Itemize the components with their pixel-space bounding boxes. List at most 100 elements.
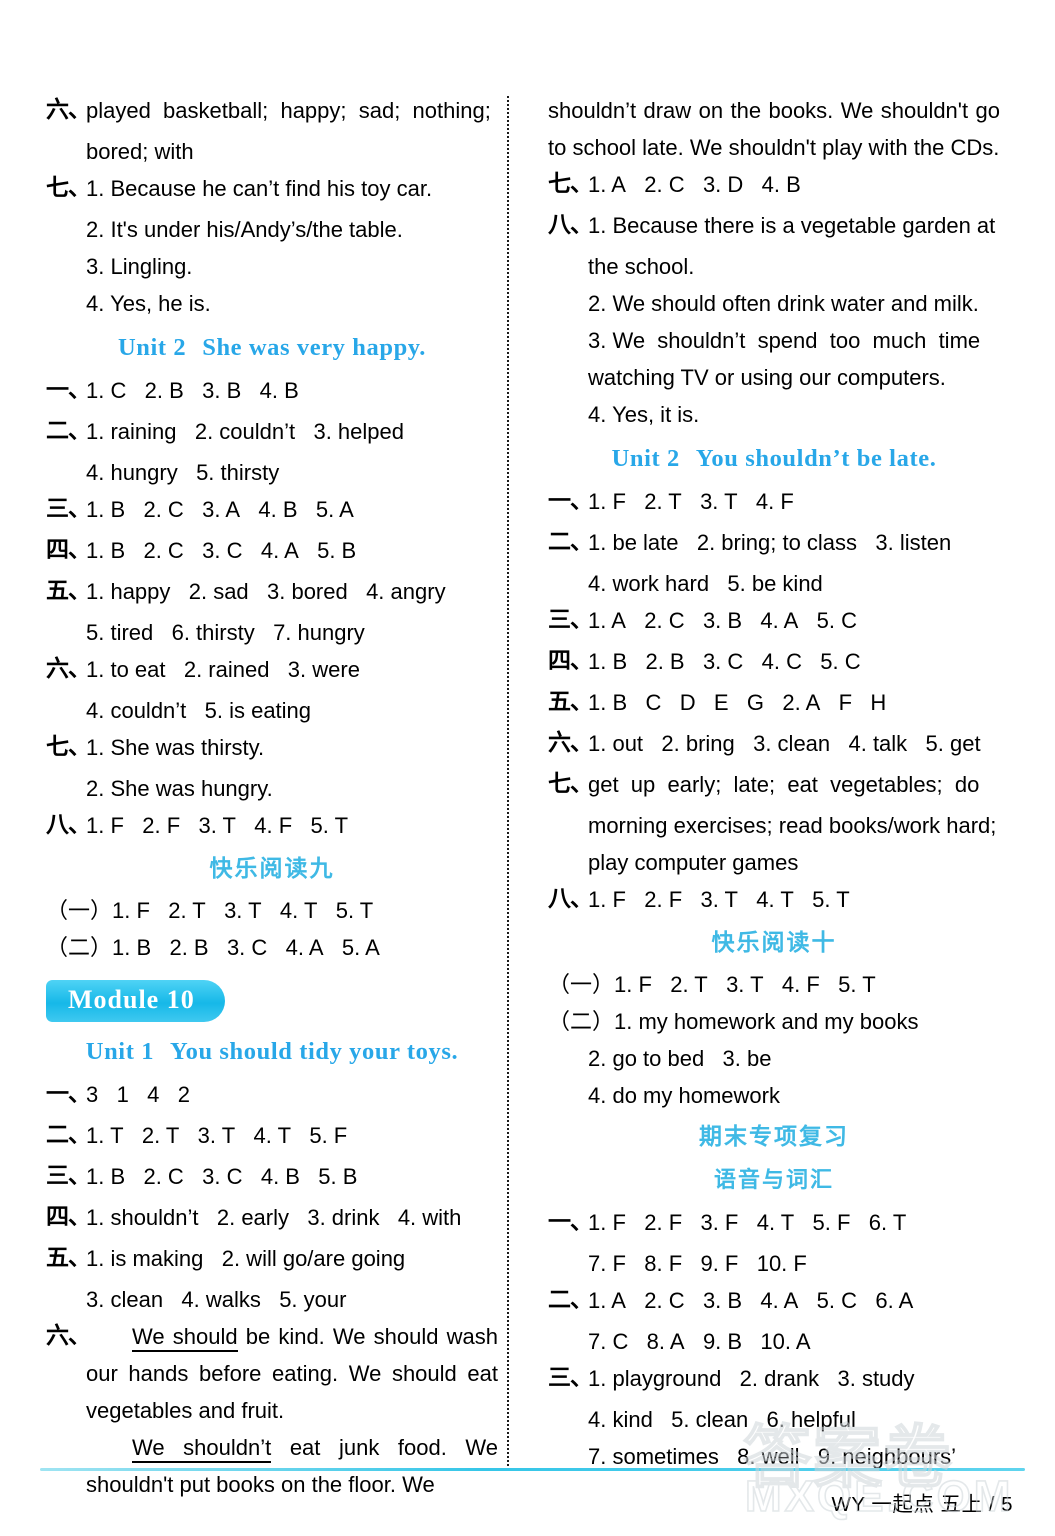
answer-marker: 七、 (548, 171, 593, 197)
answer-marker: 二、 (548, 529, 593, 555)
section-heading: 快乐阅读九 (209, 856, 335, 882)
answer-continuation: 4. Yes, it is. (588, 402, 700, 427)
answer-key-page: 六、 played basketball; happy; sad; nothing… (0, 0, 1055, 1536)
answer-row: 三、 1. B 2. C 3. A 4. B 5. A (46, 491, 498, 528)
answer-text: 1. B 2. C 3. C 4. B 5. B (86, 1164, 358, 1189)
answer-marker: 六、 (548, 730, 593, 756)
answer-row: 八、 1. F 2. F 3. T 4. F 5. T (46, 807, 498, 844)
answer-marker: 八、 (548, 886, 593, 912)
section-heading: 快乐阅读十 (711, 930, 837, 956)
paragraph-1: We should be kind. We should wash our ha… (86, 1324, 499, 1423)
answer-continuation: 4. Yes, he is. (86, 291, 211, 316)
answer-row: 七、 get up early; late; eat vegetables; do (548, 766, 1000, 803)
answer-marker: 八、 (46, 812, 91, 838)
underlined-answer: We shouldn’t (132, 1435, 272, 1463)
answer-text: 1. be late 2. bring; to class 3. listen (588, 530, 952, 555)
answer-marker: 五、 (46, 1245, 91, 1271)
answer-marker: 六、 (46, 656, 91, 682)
answer-marker: 二、 (548, 1287, 593, 1313)
answer-row: 七、 1. Because he can’t find his toy car. (46, 170, 498, 207)
answer-row: 六、 1. out 2. bring 3. clean 4. talk 5. ge… (548, 725, 1000, 762)
answer-continuation: 2. go to bed 3. be (588, 1046, 772, 1071)
answer-text: 1. raining 2. couldn’t 3. helped (86, 419, 404, 444)
answer-row: 三、 1. playground 2. drank 3. study (548, 1360, 1000, 1397)
answer-text: 1. F 2. F 3. T 4. T 5. T (588, 887, 850, 912)
answer-continuation: play computer games (588, 850, 799, 875)
unit-number: Unit 2 (611, 445, 680, 472)
answer-row: 四、 1. B 2. B 3. C 4. C 5. C (548, 643, 1000, 680)
answer-row: 六、 played basketball; happy; sad; nothing… (46, 92, 498, 129)
paragraph-2: We shouldn’t eat junk food. We shouldn't… (86, 1435, 498, 1497)
unit-title-text: She was very happy (202, 334, 420, 361)
answer-text: 1. shouldn’t 2. early 3. drink 4. with (86, 1205, 462, 1230)
left-column: 六、 played basketball; happy; sad; nothing… (46, 92, 498, 1507)
answer-continuation: 4. hungry 5. thirsty (86, 460, 280, 485)
answer-continuation: 4. do my homework (588, 1083, 780, 1108)
answer-marker: 三、 (548, 607, 593, 633)
answer-row: （二）1. my homework and my books (548, 1009, 919, 1034)
answer-marker: 五、 (46, 578, 91, 604)
answer-paragraph: We should be kind. We should wash our ha… (86, 1318, 498, 1503)
answer-text: 1. B C D E G 2. A F H (588, 690, 887, 715)
answer-row: 六、 We should be kind. We should wash our … (46, 1318, 498, 1503)
underlined-answer: We should (132, 1324, 238, 1352)
answer-text: played basketball; happy; sad; nothing; (86, 98, 491, 123)
answer-row: 五、 1. is making 2. will go/are going (46, 1240, 498, 1277)
answer-text: 1. Because there is a vegetable garden a… (588, 213, 996, 238)
answer-text: 1. B 2. C 3. C 4. A 5. B (86, 538, 357, 563)
answer-marker: 八、 (548, 212, 593, 238)
answer-continuation: 7. C 8. A 9. B 10. A (588, 1329, 811, 1354)
answer-row: 四、 1. shouldn’t 2. early 3. drink 4. with (46, 1199, 498, 1236)
answer-text: 3 1 4 2 (86, 1082, 190, 1107)
answer-marker: 七、 (46, 734, 91, 760)
answer-row: 二、 1. be late 2. bring; to class 3. liste… (548, 524, 1000, 561)
unit-heading: Unit 2 She was very happy. (46, 326, 498, 370)
answer-continuation: bored; with (86, 139, 194, 164)
answer-row: 三、 1. A 2. C 3. B 4. A 5. C (548, 602, 1000, 639)
answer-marker: 四、 (46, 1204, 91, 1230)
unit-title-text: You shouldn’t be late (695, 445, 930, 472)
answer-continuation: 2. She was hungry. (86, 776, 273, 801)
answer-row: 二、 1. A 2. C 3. B 4. A 5. C 6. A (548, 1282, 1000, 1319)
section-heading: 语音与词汇 (713, 1168, 834, 1193)
answer-continuation: 4. work hard 5. be kind (588, 571, 823, 596)
footer-divider-rule (40, 1468, 1025, 1471)
answer-text: get up early; late; eat vegetables; do (588, 772, 980, 797)
unit-title-period: . (419, 334, 427, 361)
answer-continuation: 4. kind 5. clean 6. helpful (588, 1407, 856, 1432)
right-column: shouldn’t draw on the books. We shouldn'… (548, 92, 1000, 1475)
unit-title-period: . (451, 1038, 459, 1065)
answer-text: 1. out 2. bring 3. clean 4. talk 5. get (588, 731, 981, 756)
module-banner: Module 10 (46, 980, 225, 1022)
answer-marker: 三、 (46, 1163, 91, 1189)
answer-marker: 一、 (548, 488, 593, 514)
answer-marker: 一、 (46, 377, 91, 403)
answer-text: 1. F 2. F 3. F 4. T 5. F 6. T (588, 1210, 907, 1235)
answer-text: 1. F 2. F 3. T 4. F 5. T (86, 813, 349, 838)
answer-continuation: 7. F 8. F 9. F 10. F (588, 1251, 807, 1276)
answer-text: 1. happy 2. sad 3. bored 4. angry (86, 579, 446, 604)
answer-row: 八、 1. F 2. F 3. T 4. T 5. T (548, 881, 1000, 918)
answer-row: 四、 1. B 2. C 3. C 4. A 5. B (46, 532, 498, 569)
answer-text: 1. T 2. T 3. T 4. T 5. F (86, 1123, 348, 1148)
answer-text: 1. to eat 2. rained 3. were (86, 657, 360, 682)
answer-text: 1. B 2. B 3. C 4. C 5. C (588, 649, 861, 674)
answer-row: （一）1. F 2. T 3. T 4. F 5. T (548, 972, 876, 997)
answer-row: 一、 1. C 2. B 3. B 4. B (46, 372, 498, 409)
answer-marker: 七、 (46, 175, 91, 201)
answer-continuation: 2. It's under his/Andy’s/the table. (86, 217, 403, 242)
answer-row: 七、 1. A 2. C 3. D 4. B (548, 166, 1000, 203)
answer-row: 七、 1. She was thirsty. (46, 729, 498, 766)
answer-continuation: 4. couldn’t 5. is eating (86, 698, 312, 723)
answer-continuation: 3. We shouldn’t spend too much time (588, 328, 981, 353)
column-divider (507, 96, 509, 1470)
answer-continuation: watching TV or using our computers. (588, 365, 946, 390)
answer-continuation: 3. Lingling. (86, 254, 193, 279)
answer-continuation: 5. tired 6. thirsty 7. hungry (86, 620, 365, 645)
answer-row: 一、 3 1 4 2 (46, 1076, 498, 1113)
answer-row: （二）1. B 2. B 3. C 4. A 5. A (46, 935, 380, 960)
answer-row: 五、 1. B C D E G 2. A F H (548, 684, 1000, 721)
answer-continuation: 3. clean 4. walks 5. your (86, 1287, 347, 1312)
answer-text: 1. playground 2. drank 3. study (588, 1366, 915, 1391)
answer-continuation: the school. (588, 254, 695, 279)
